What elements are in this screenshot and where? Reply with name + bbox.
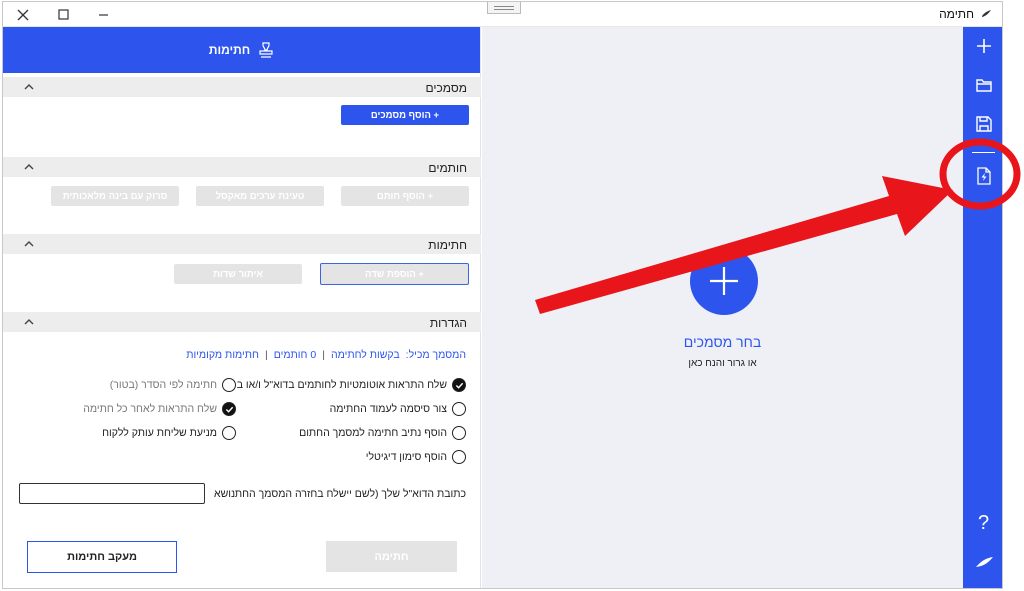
file-lightning-icon [976, 167, 991, 185]
minimize-icon [98, 14, 108, 16]
summary-signers-link[interactable]: 0 חותמים [274, 349, 317, 361]
subject-label: נושא [214, 488, 236, 500]
option-notify-each[interactable]: שלח התראות לאחר כל חתימה [83, 402, 236, 416]
option-create-password[interactable]: צור סיסמה לעמוד החתימה [330, 402, 466, 416]
section-signatures[interactable]: חתימות [3, 234, 481, 254]
option-prevent-copy[interactable]: מניעת שליחת עותק ללקוח [102, 426, 236, 440]
chevron-up-icon[interactable] [23, 161, 35, 173]
email-input[interactable] [19, 483, 205, 504]
drop-subtitle: או גרור והנח כאן [688, 358, 757, 369]
summary-local-link[interactable]: חתימות מקומיות [186, 349, 259, 361]
section-signers[interactable]: חותמים [3, 157, 481, 177]
check-icon [455, 382, 463, 389]
panel-header: חתימות [3, 27, 480, 73]
ai-scan-button[interactable]: סרוק עם בינה מלאכותית [51, 186, 179, 206]
window-grip[interactable] [487, 2, 521, 14]
new-button[interactable] [963, 31, 1002, 61]
window-title: חתימה [939, 7, 974, 21]
option-auto-notify[interactable]: שלח התראות אוטומטיות לחותמים בדוא"ל ו/או… [237, 378, 466, 392]
option-label: שלח התראות לאחר כל חתימה [83, 403, 217, 415]
radio[interactable] [222, 426, 236, 440]
help-button[interactable]: ? [963, 508, 1002, 538]
choose-documents-button[interactable] [690, 247, 758, 315]
load-excel-button[interactable]: טעינת ערכים מאקסל [196, 186, 324, 206]
option-label: הוסף סימון דיגיטלי [365, 451, 447, 463]
section-label: מסמכים [425, 81, 467, 95]
summary-requests-link[interactable]: בקשות לחתימה [331, 349, 400, 361]
email-label: כתובת הדוא"ל שלך (לשם יישלח בחזרה המסמך … [234, 488, 466, 500]
app-logo-icon [982, 10, 991, 17]
option-signature-path[interactable]: הוסף נתיב חתימה למסמך החתום [299, 426, 466, 440]
open-button[interactable] [963, 70, 1002, 100]
option-label: חתימה לפי הסדר (בטור) [109, 379, 217, 391]
document-summary: המסמך מכיל: בקשות לחתימה | 0 חותמים | חת… [186, 349, 466, 361]
radio[interactable] [222, 378, 236, 392]
chevron-up-icon[interactable] [23, 316, 35, 328]
right-toolbar: ? [963, 27, 1002, 588]
option-sequential-signing[interactable]: חתימה לפי הסדר (בטור) [110, 378, 236, 392]
save-icon [975, 116, 992, 132]
maximize-icon [57, 9, 69, 20]
track-signatures-button[interactable]: מעקב חתימות [27, 541, 177, 573]
chevron-up-icon[interactable] [23, 81, 35, 93]
plus-icon [976, 39, 991, 53]
sign-button[interactable]: חתימה [326, 541, 457, 572]
feather-icon [975, 557, 993, 567]
app-window: חתימה חתימות מסמכים הוסף מסמכים + חותמים… [2, 1, 1003, 589]
plus-icon [710, 267, 738, 295]
summary-separator: | [322, 349, 325, 361]
radio[interactable] [452, 426, 466, 440]
panel-title: חתימות [208, 43, 251, 57]
toolbar-divider [972, 152, 995, 153]
chevron-up-icon[interactable] [23, 238, 35, 250]
option-label: הוסף נתיב חתימה למסמך החתום [299, 427, 447, 439]
option-label: שלח התראות אוטומטיות לחותמים בדוא"ל ו/או… [236, 379, 447, 391]
option-label: מניעת שליחת עותק ללקוח [102, 427, 217, 439]
quick-sign-button[interactable] [963, 161, 1002, 191]
maximize-window-button[interactable] [43, 2, 83, 27]
option-label: צור סיסמה לעמוד החתימה [329, 403, 447, 415]
document-drop-area[interactable]: בחר מסמכים או גרור והנח כאן [482, 27, 963, 588]
title-bar: חתימה [3, 2, 1002, 27]
section-settings[interactable]: הגדרות [3, 312, 481, 332]
add-signer-button[interactable]: הוסף חותם + [341, 186, 469, 206]
close-icon [17, 9, 29, 20]
radio[interactable] [452, 450, 466, 464]
section-documents[interactable]: מסמכים [3, 77, 481, 97]
folder-icon [975, 79, 992, 92]
checked-radio[interactable] [222, 402, 236, 416]
feather-button[interactable] [963, 547, 1002, 577]
save-button[interactable] [963, 109, 1002, 139]
signing-panel: חתימות מסמכים הוסף מסמכים + חותמים הוסף … [3, 27, 481, 588]
summary-separator: | [264, 349, 268, 361]
add-field-button[interactable]: הוספת שדה + [320, 263, 469, 285]
section-label: הגדרות [429, 316, 467, 330]
section-label: חותמים [428, 161, 467, 175]
help-icon: ? [977, 511, 990, 534]
minimize-window-button[interactable] [83, 2, 123, 27]
check-icon [225, 406, 233, 413]
close-window-button[interactable] [3, 2, 43, 27]
add-documents-button[interactable]: הוסף מסמכים + [341, 105, 469, 125]
option-digital-mark[interactable]: הוסף סימון דיגיטלי [366, 450, 466, 464]
stamp-icon [259, 42, 273, 58]
drop-title[interactable]: בחר מסמכים [482, 334, 963, 350]
summary-prefix: המסמך מכיל: [405, 349, 466, 361]
section-label: חתימות [428, 238, 467, 252]
checked-radio[interactable] [452, 378, 466, 392]
radio[interactable] [452, 402, 466, 416]
locate-fields-button[interactable]: איתור שדות [174, 264, 302, 284]
